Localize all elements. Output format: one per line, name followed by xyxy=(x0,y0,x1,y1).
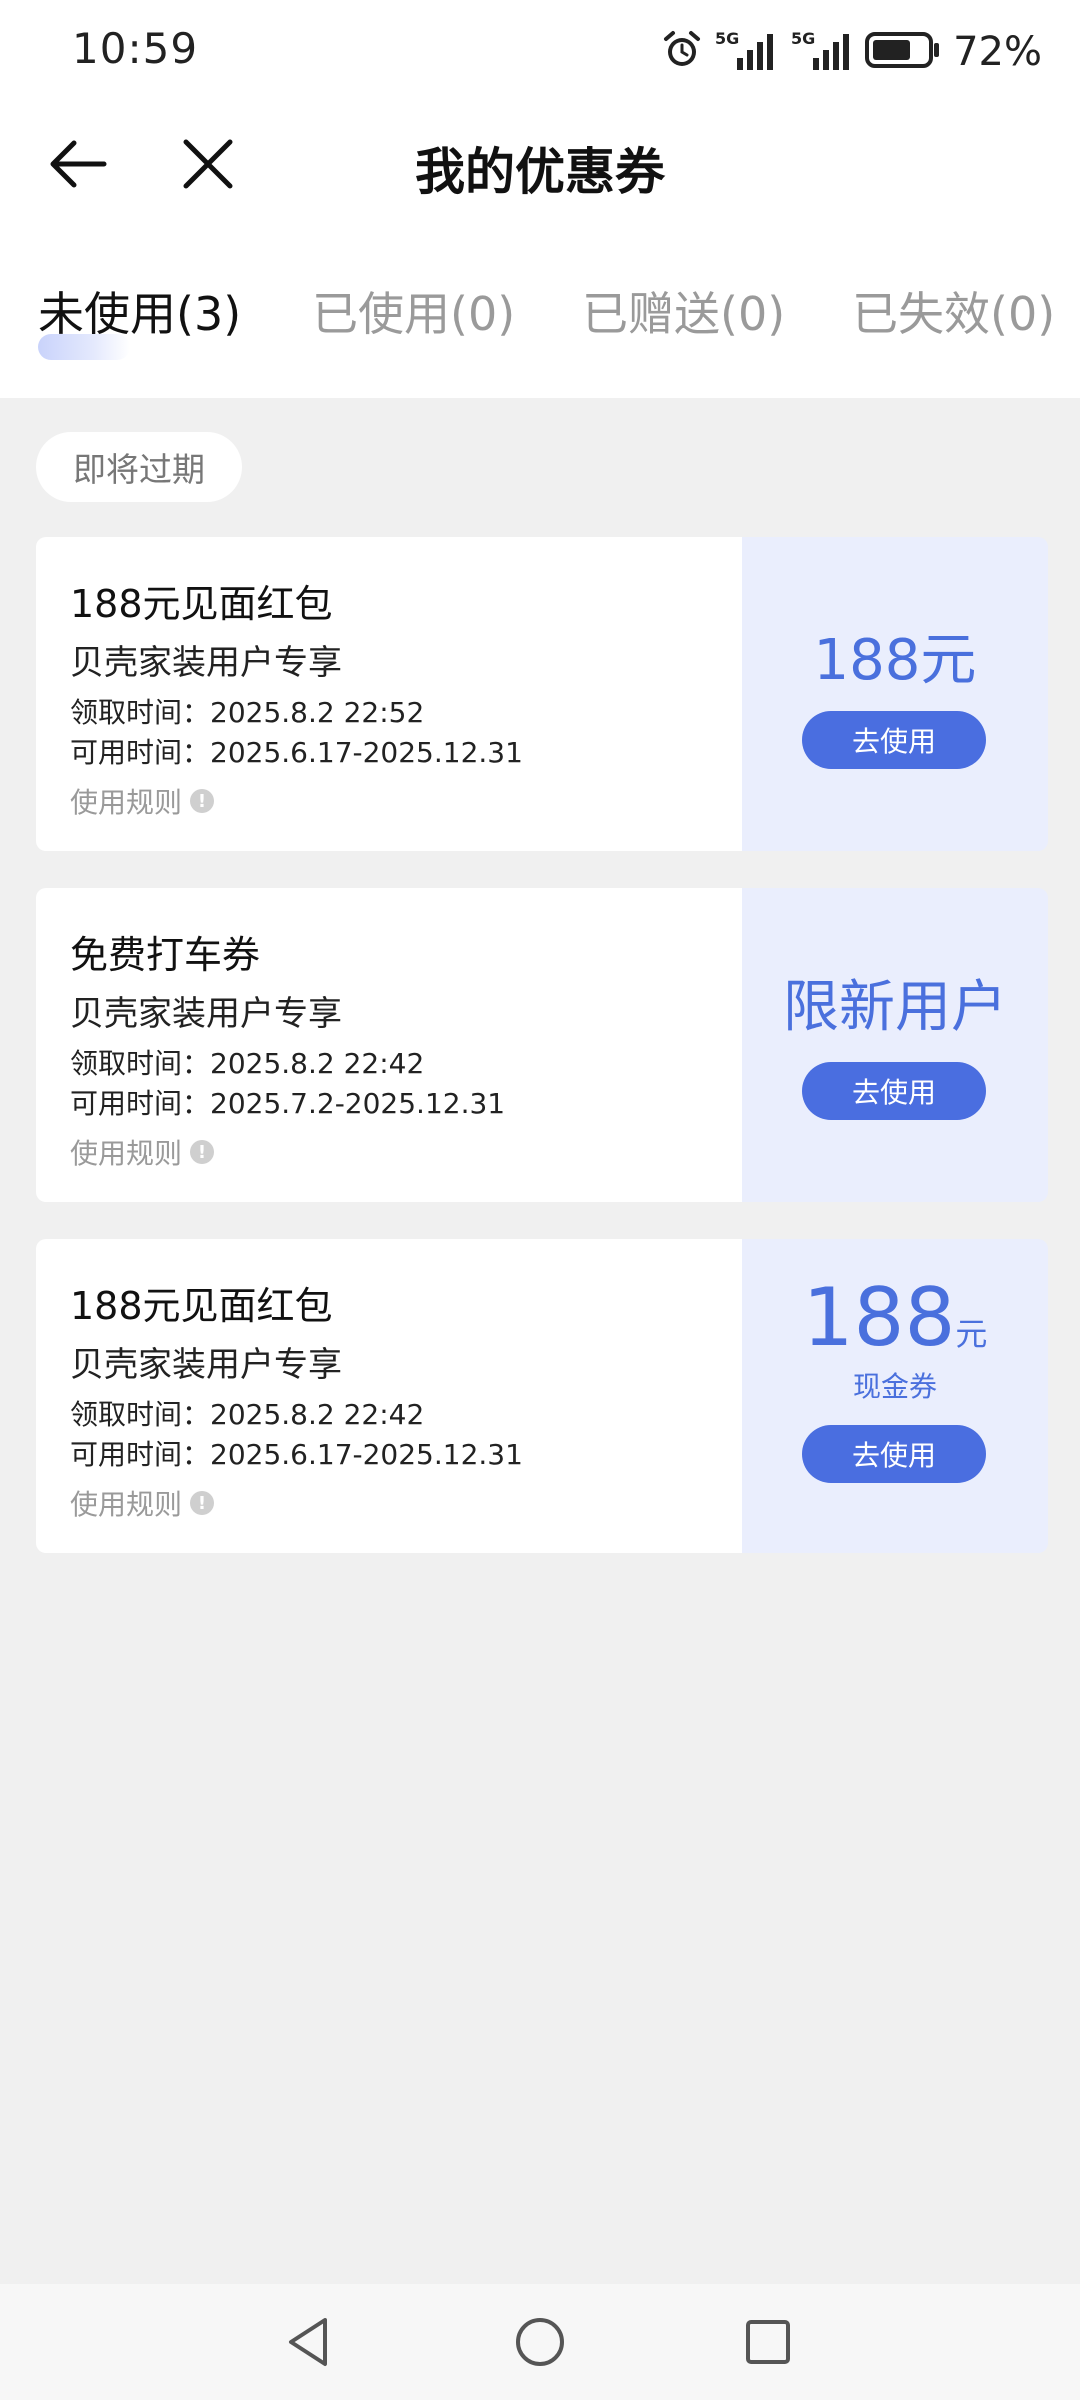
coupon-received-time: 领取时间：2025.8.2 22:52 xyxy=(70,696,425,729)
coupon-card: 免费打车券 贝壳家装用户专享 领取时间：2025.8.2 22:42 可用时间：… xyxy=(36,888,1048,1202)
coupon-valid-period: 可用时间：2025.7.2-2025.12.31 xyxy=(70,1087,506,1120)
coupon-received-time: 领取时间：2025.8.2 22:42 xyxy=(70,1047,425,1080)
network-2-label: 5G xyxy=(791,29,815,48)
coupon-card: 188元见面红包 贝壳家装用户专享 领取时间：2025.8.2 22:42 可用… xyxy=(36,1239,1048,1553)
coupon-info: 188元见面红包 贝壳家装用户专享 领取时间：2025.8.2 22:42 可用… xyxy=(36,1239,742,1553)
coupon-valid-period: 可用时间：2025.6.17-2025.12.31 xyxy=(70,736,523,769)
usage-rules-label: 使用规则 xyxy=(70,1137,183,1170)
coupon-received-time: 领取时间：2025.8.2 22:42 xyxy=(70,1398,425,1431)
status-bar: 10:59 5G 5G 72% xyxy=(0,0,1080,100)
coupon-card: 188元见面红包 贝壳家装用户专享 领取时间：2025.8.2 22:52 可用… xyxy=(36,537,1048,851)
info-icon: ! xyxy=(190,1140,215,1164)
tab-bar: 未使用(3) 已使用(0) 已赠送(0) 已失效(0) xyxy=(0,268,1080,368)
network-1-label: 5G xyxy=(715,29,739,48)
system-nav-bar xyxy=(0,2284,1080,2400)
coupon-value: 188元 xyxy=(813,628,977,693)
status-icons: 5G 5G 72% xyxy=(661,24,1042,80)
alarm-icon xyxy=(661,29,703,75)
coupon-title: 免费打车券 xyxy=(70,933,261,977)
coupon-subtitle: 贝壳家装用户专享 xyxy=(70,643,342,683)
use-coupon-button[interactable]: 去使用 xyxy=(802,711,986,769)
use-coupon-button[interactable]: 去使用 xyxy=(802,1425,986,1483)
active-tab-indicator xyxy=(38,334,130,360)
coupon-subtitle: 贝壳家装用户专享 xyxy=(70,994,342,1034)
coupon-info: 188元见面红包 贝壳家装用户专享 领取时间：2025.8.2 22:52 可用… xyxy=(36,537,742,851)
coupon-value-number: 188 xyxy=(802,1271,956,1364)
coupon-info: 免费打车券 贝壳家装用户专享 领取时间：2025.8.2 22:42 可用时间：… xyxy=(36,888,742,1202)
coupon-subtitle: 贝壳家装用户专享 xyxy=(70,1345,342,1385)
nav-back-button[interactable] xyxy=(275,2308,343,2376)
coupon-title: 188元见面红包 xyxy=(70,1284,333,1328)
tab-used[interactable]: 已使用(0) xyxy=(312,278,515,344)
battery-fill xyxy=(873,40,911,60)
status-time: 10:59 xyxy=(72,24,199,73)
usage-rules-label: 使用规则 xyxy=(70,786,183,819)
signal-2-icon: 5G xyxy=(789,28,855,76)
nav-recents-button[interactable] xyxy=(734,2308,802,2376)
coupon-value-unit: 元 xyxy=(955,1315,988,1353)
usage-rules-link[interactable]: 使用规则 ! xyxy=(70,781,215,821)
usage-rules-label: 使用规则 xyxy=(70,1488,183,1521)
square-recents-icon xyxy=(746,2320,790,2364)
tab-gifted[interactable]: 已赠送(0) xyxy=(582,278,785,344)
coupon-value-panel: 限新用户 去使用 xyxy=(742,888,1048,1202)
usage-rules-link[interactable]: 使用规则 ! xyxy=(70,1483,215,1523)
circle-home-icon xyxy=(516,2318,564,2366)
info-icon: ! xyxy=(190,789,215,813)
page-title: 我的优惠券 xyxy=(415,143,665,201)
coupon-title: 188元见面红包 xyxy=(70,582,333,626)
battery-percent: 72% xyxy=(953,29,1042,75)
coupon-value-panel: 188元 去使用 xyxy=(742,537,1048,851)
header: 我的优惠券 xyxy=(0,100,1080,230)
coupon-value-panel: 188元 现金券 去使用 xyxy=(742,1239,1048,1553)
coupon-type-label: 现金券 xyxy=(852,1370,937,1403)
tab-expired[interactable]: 已失效(0) xyxy=(852,278,1055,344)
use-coupon-button[interactable]: 去使用 xyxy=(802,1062,986,1120)
info-icon: ! xyxy=(190,1491,215,1515)
signal-1-icon: 5G xyxy=(713,28,779,76)
coupon-valid-period: 可用时间：2025.6.17-2025.12.31 xyxy=(70,1438,523,1471)
battery-icon xyxy=(865,30,941,74)
nav-home-button[interactable] xyxy=(506,2308,574,2376)
coupon-value: 188元 xyxy=(742,1273,1048,1379)
usage-rules-link[interactable]: 使用规则 ! xyxy=(70,1132,215,1172)
expiring-soon-chip: 即将过期 xyxy=(36,432,242,502)
triangle-back-icon xyxy=(289,2318,327,2366)
coupon-value: 限新用户 xyxy=(783,975,1007,1040)
